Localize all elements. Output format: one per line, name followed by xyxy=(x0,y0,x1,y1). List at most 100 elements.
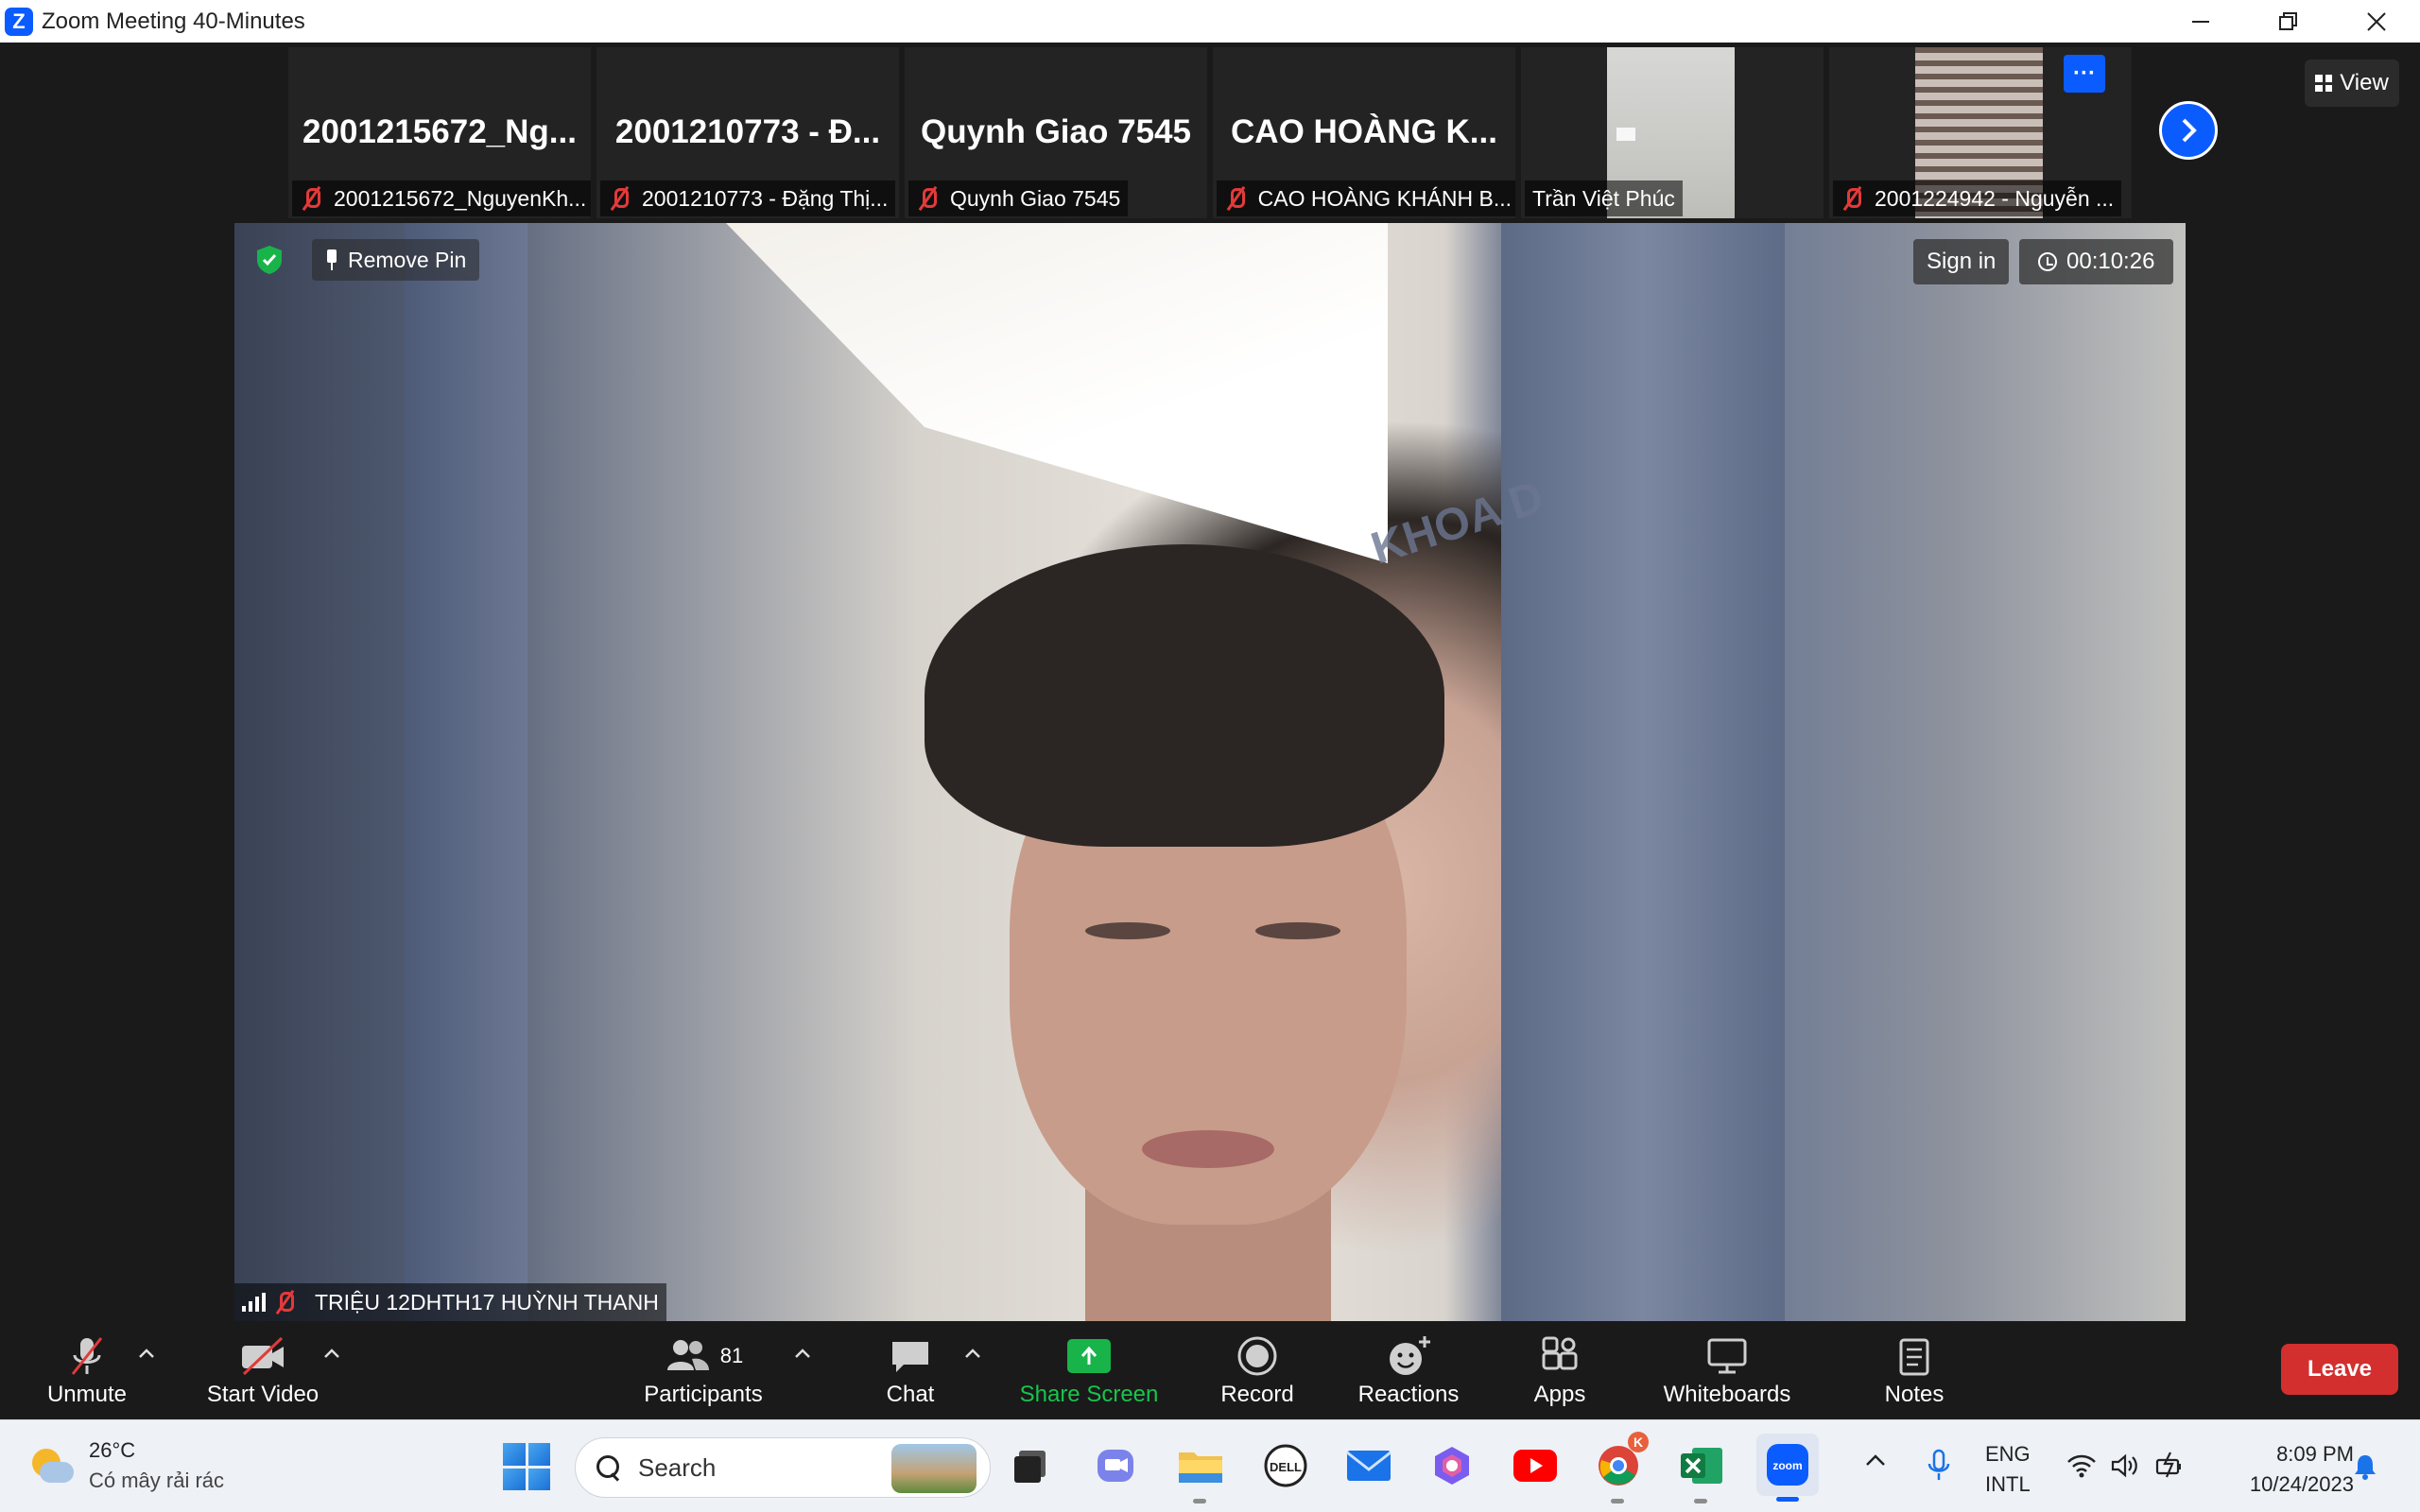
participant-tile-video[interactable]: ··· 2001224942 - Nguyễn ... xyxy=(1829,47,2132,218)
battery-charging-icon xyxy=(2155,1452,2181,1478)
encryption-shield-icon[interactable] xyxy=(253,244,285,276)
notes-button[interactable]: Notes xyxy=(1872,1331,1957,1416)
participant-tile-label: 2001215672_NguyenKh... xyxy=(292,180,591,216)
grid-view-icon xyxy=(2315,75,2333,92)
share-screen-label: Share Screen xyxy=(1019,1382,1159,1407)
taskbar-zoom[interactable]: zoom xyxy=(1756,1434,1819,1502)
start-video-label: Start Video xyxy=(206,1382,320,1407)
video-off-icon xyxy=(238,1331,287,1382)
notification-bell-icon[interactable] xyxy=(2352,1452,2378,1481)
pinned-participant-name: TRIỆU 12DHTH17 HUỲNH THANH xyxy=(315,1289,659,1314)
participants-label: Participants xyxy=(644,1382,763,1407)
participant-tile-name: 2001215672_Ng... xyxy=(302,113,577,150)
apps-button[interactable]: Apps xyxy=(1522,1331,1598,1416)
chevron-up-icon xyxy=(1866,1454,1885,1466)
chat-options-caret[interactable] xyxy=(964,1340,981,1365)
participant-tile-name: CAO HOÀNG K... xyxy=(1231,113,1497,150)
taskbar-excel[interactable] xyxy=(1675,1439,1728,1503)
svg-text:zoom: zoom xyxy=(1772,1459,1802,1472)
taskbar-chrome[interactable]: K xyxy=(1592,1432,1649,1503)
search-label: Search xyxy=(638,1452,717,1482)
video-options-caret[interactable] xyxy=(323,1340,340,1365)
meeting-timer: 00:10:26 xyxy=(2019,239,2174,284)
person-lips xyxy=(1142,1130,1274,1168)
partly-cloudy-icon xyxy=(28,1445,76,1486)
task-view-button[interactable] xyxy=(1004,1439,1057,1492)
taskbar-file-explorer[interactable] xyxy=(1174,1439,1227,1503)
chat-button[interactable]: Chat xyxy=(868,1331,953,1416)
clock-time: 8:09 PM xyxy=(2276,1442,2354,1466)
record-icon xyxy=(1236,1331,1278,1382)
taskbar-teams[interactable] xyxy=(1089,1439,1142,1492)
volume-tray[interactable] xyxy=(2110,1452,2140,1479)
taskbar-copilot[interactable] xyxy=(1426,1439,1478,1492)
share-screen-button[interactable]: Share Screen xyxy=(1013,1331,1165,1416)
close-button[interactable] xyxy=(2332,0,2420,43)
leave-button[interactable]: Leave xyxy=(2281,1344,2398,1395)
window-controls xyxy=(2156,0,2420,43)
participant-tile[interactable]: CAO HOÀNG K... CAO HOÀNG KHÁNH B... xyxy=(1213,47,1515,218)
participant-tile-label: 2001224942 - Nguyễn ... xyxy=(1833,180,2122,216)
weather-description: Có mây rải rác xyxy=(89,1469,225,1492)
minimize-button[interactable] xyxy=(2156,0,2244,43)
record-button[interactable]: Record xyxy=(1208,1331,1306,1416)
window-title: Zoom Meeting 40-Minutes xyxy=(42,8,305,34)
start-button[interactable] xyxy=(503,1443,550,1490)
video-chat-icon xyxy=(1098,1450,1133,1482)
taskbar-search[interactable]: Search xyxy=(575,1437,991,1498)
taskbar-youtube[interactable] xyxy=(1509,1439,1562,1492)
speaker-icon xyxy=(2111,1453,2137,1478)
pinned-video[interactable]: KHOA D Remove Pin Sign in 00:10:26 TRIỆU… xyxy=(234,223,2186,1321)
show-hidden-icons-button[interactable] xyxy=(1864,1452,1887,1468)
input-language[interactable]: ENG INTL xyxy=(1985,1439,2031,1500)
participant-tile-video[interactable]: Trần Việt Phúc xyxy=(1521,47,1824,218)
participant-tile-name: Quynh Giao 7545 xyxy=(921,113,1191,150)
tile-more-options-button[interactable]: ··· xyxy=(2064,55,2105,93)
search-icon xyxy=(595,1453,623,1482)
start-video-button[interactable]: Start Video xyxy=(199,1331,327,1416)
timer-text: 00:10:26 xyxy=(2066,249,2155,274)
restore-button[interactable] xyxy=(2244,0,2332,43)
participant-label-text: Trần Việt Phúc xyxy=(1532,185,1675,211)
participants-options-caret[interactable] xyxy=(794,1340,811,1365)
sign-in-button[interactable]: Sign in xyxy=(1913,239,2010,284)
battery-tray[interactable] xyxy=(2155,1451,2187,1481)
notes-label: Notes xyxy=(1884,1382,1945,1407)
unmute-button[interactable]: Unmute xyxy=(38,1331,136,1416)
participant-gallery: 2001215672_Ng... 2001215672_NguyenKh... … xyxy=(0,43,2420,222)
network-tray[interactable] xyxy=(2066,1452,2097,1479)
chevron-up-icon xyxy=(324,1349,339,1358)
taskbar-mail[interactable] xyxy=(1342,1439,1395,1492)
taskbar-clock[interactable]: 8:09 PM 10/24/2023 xyxy=(2212,1439,2354,1500)
mic-muted-icon xyxy=(608,186,631,211)
weather-widget[interactable]: 26°C Có mây rải rác xyxy=(28,1435,224,1496)
chrome-profile-badge: K xyxy=(1628,1432,1649,1452)
running-indicator xyxy=(1694,1499,1707,1503)
apps-label: Apps xyxy=(1533,1382,1586,1407)
share-screen-icon xyxy=(1067,1339,1111,1373)
participant-label-text: 2001215672_NguyenKh... xyxy=(334,185,587,211)
zoom-logo-icon: Z xyxy=(5,7,33,36)
whiteboards-button[interactable]: Whiteboards xyxy=(1656,1331,1798,1416)
participant-tile[interactable]: 2001210773 - Đ... 2001210773 - Đặng Thị.… xyxy=(596,47,899,218)
reactions-label: Reactions xyxy=(1357,1382,1460,1407)
participant-tile-name: 2001210773 - Đ... xyxy=(614,113,881,150)
participants-button[interactable]: 81 Participants xyxy=(639,1331,768,1416)
chat-bubble-icon xyxy=(889,1331,932,1382)
view-button[interactable]: View xyxy=(2305,60,2399,107)
task-view-icon xyxy=(1014,1451,1046,1483)
participant-tile[interactable]: Quynh Giao 7545 Quynh Giao 7545 xyxy=(905,47,1207,218)
gallery-next-button[interactable] xyxy=(2159,101,2218,160)
audio-options-caret[interactable] xyxy=(138,1340,155,1365)
background-pillar xyxy=(405,223,527,1321)
participant-tile[interactable]: 2001215672_Ng... 2001215672_NguyenKh... xyxy=(288,47,591,218)
participant-tile-label: Trần Việt Phúc xyxy=(1525,180,1683,216)
remove-pin-button[interactable]: Remove Pin xyxy=(312,239,480,281)
record-label: Record xyxy=(1220,1382,1294,1407)
dell-icon: DELL xyxy=(1264,1444,1307,1487)
participant-label-text: CAO HOÀNG KHÁNH B... xyxy=(1257,185,1512,211)
microphone-tray[interactable] xyxy=(1927,1449,1951,1483)
reactions-button[interactable]: Reactions xyxy=(1352,1331,1465,1416)
pinned-participant-label: TRIỆU 12DHTH17 HUỲNH THANH xyxy=(234,1283,666,1321)
taskbar-dell[interactable]: DELL xyxy=(1259,1439,1312,1492)
